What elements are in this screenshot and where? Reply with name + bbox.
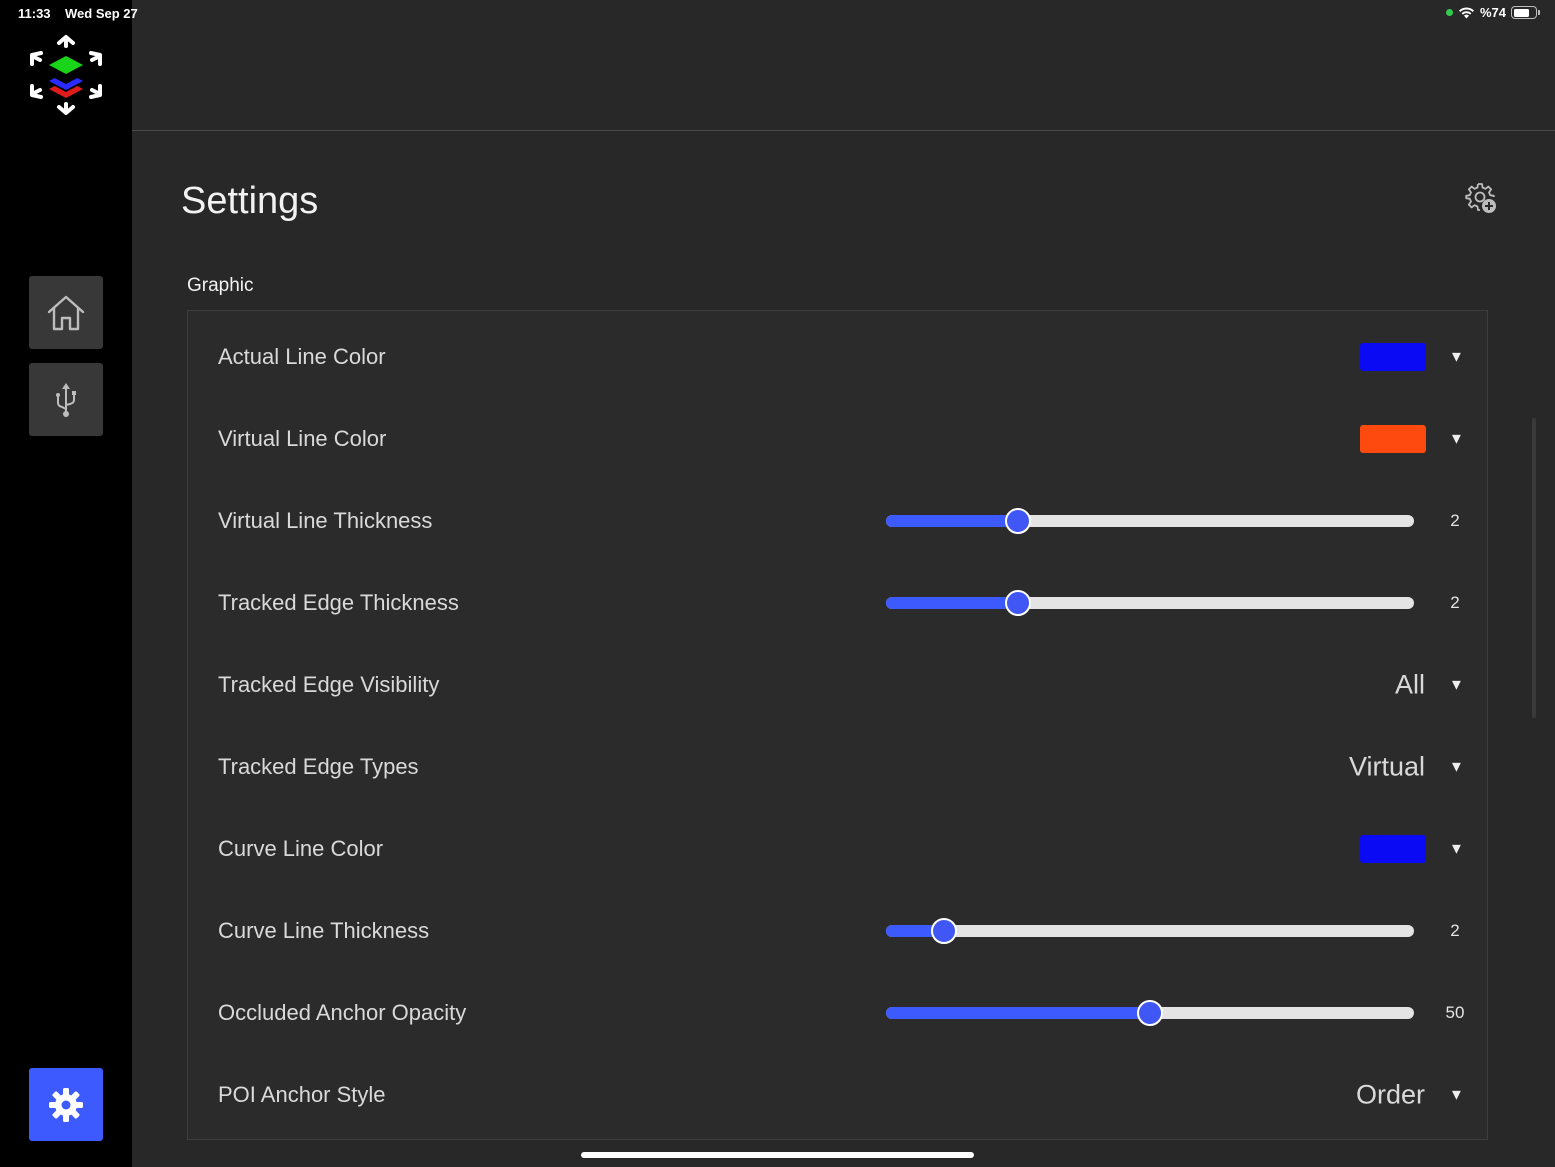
slider-thumb[interactable] — [1005, 508, 1031, 534]
usb-icon — [56, 382, 76, 417]
dropdown-arrow-icon[interactable]: ▼ — [1449, 759, 1464, 776]
setting-row-tracked-edge-visibility: Tracked Edge Visibility All ▼ — [188, 644, 1487, 726]
slider-thumb[interactable] — [931, 918, 958, 944]
app-logo-icon — [30, 35, 102, 115]
select-value[interactable]: Order — [1356, 1080, 1425, 1111]
dropdown-arrow-icon[interactable]: ▼ — [1449, 677, 1464, 694]
sidebar-item-home[interactable] — [29, 276, 103, 349]
slider-value: 2 — [1450, 921, 1460, 940]
slider-value: 50 — [1445, 1003, 1465, 1022]
status-date: Wed Sep 27 — [65, 6, 138, 21]
dropdown-arrow-icon[interactable]: ▼ — [1449, 841, 1464, 858]
select-value[interactable]: All — [1395, 670, 1425, 701]
main-content: Settings Graphic Actual Line Color ▼ Virtu… — [132, 0, 1555, 1167]
dropdown-arrow-icon[interactable]: ▼ — [1449, 349, 1464, 366]
slider-value: 2 — [1450, 511, 1460, 530]
slider-fill — [886, 1007, 1150, 1019]
sidebar — [0, 0, 132, 1167]
slider-thumb[interactable] — [1005, 590, 1031, 616]
gear-icon — [49, 1087, 83, 1122]
status-bar: 11:33 Wed Sep 27 %74 — [0, 0, 1555, 28]
setting-row-tracked-edge-thickness: Tracked Edge Thickness 2 — [188, 562, 1487, 644]
setting-label: Virtual Line Color — [218, 426, 387, 451]
status-indicators: %74 — [1445, 5, 1540, 20]
battery-level — [1513, 8, 1530, 17]
setting-label: Tracked Edge Types — [218, 754, 419, 779]
home-indicator[interactable] — [581, 1152, 974, 1158]
setting-label: Tracked Edge Thickness — [218, 590, 459, 615]
home-icon — [47, 295, 85, 330]
dropdown-arrow-icon[interactable]: ▼ — [1449, 431, 1464, 448]
setting-label: Curve Line Thickness — [218, 918, 430, 943]
wifi-icon — [1458, 7, 1474, 19]
slider[interactable] — [886, 506, 1414, 536]
header-divider — [132, 130, 1555, 131]
setting-row-occluded-anchor-opacity: Occluded Anchor Opacity 50 — [188, 972, 1487, 1054]
slider-track[interactable] — [886, 925, 1414, 937]
section-title-graphic: Graphic — [187, 275, 254, 296]
gear-plus-icon[interactable] — [1465, 182, 1497, 214]
setting-label: POI Anchor Style — [218, 1082, 386, 1107]
camera-indicator-icon — [1445, 9, 1453, 16]
slider-thumb[interactable] — [1137, 1000, 1163, 1026]
scrollbar[interactable] — [1532, 418, 1536, 718]
color-swatch[interactable] — [1360, 343, 1426, 371]
slider[interactable] — [886, 998, 1414, 1028]
setting-row-virtual-line-color: Virtual Line Color ▼ — [188, 398, 1487, 480]
slider[interactable] — [886, 588, 1414, 618]
select-value[interactable]: Virtual — [1349, 752, 1425, 783]
setting-row-poi-anchor-style: POI Anchor Style Order ▼ — [188, 1054, 1487, 1136]
setting-label: Curve Line Color — [218, 836, 384, 861]
setting-label: Occluded Anchor Opacity — [218, 1000, 467, 1025]
setting-label: Tracked Edge Visibility — [218, 672, 440, 697]
setting-label: Actual Line Color — [218, 344, 386, 369]
slider-fill — [886, 515, 1018, 527]
slider-fill — [886, 597, 1018, 609]
setting-label: Virtual Line Thickness — [218, 508, 433, 533]
battery-percent: %74 — [1479, 5, 1506, 20]
color-swatch[interactable] — [1360, 425, 1426, 453]
setting-row-tracked-edge-types: Tracked Edge Types Virtual ▼ — [188, 726, 1487, 808]
setting-row-actual-line-color: Actual Line Color ▼ — [188, 316, 1487, 398]
setting-row-curve-line-thickness: Curve Line Thickness 2 — [188, 890, 1487, 972]
setting-row-curve-line-color: Curve Line Color ▼ — [188, 808, 1487, 890]
slider-value: 2 — [1450, 593, 1460, 612]
dropdown-arrow-icon[interactable]: ▼ — [1449, 1087, 1464, 1104]
battery-icon — [1511, 6, 1540, 19]
status-time: 11:33 — [18, 6, 51, 21]
color-swatch[interactable] — [1360, 835, 1426, 863]
sidebar-item-usb[interactable] — [29, 363, 103, 436]
slider[interactable] — [886, 916, 1414, 946]
graphic-settings-panel: Actual Line Color ▼ Virtual Line Color ▼ Vir… — [187, 310, 1488, 1140]
setting-row-virtual-line-thickness: Virtual Line Thickness 2 — [188, 480, 1487, 562]
sidebar-item-settings[interactable] — [29, 1068, 103, 1141]
page-title: Settings — [181, 180, 319, 222]
